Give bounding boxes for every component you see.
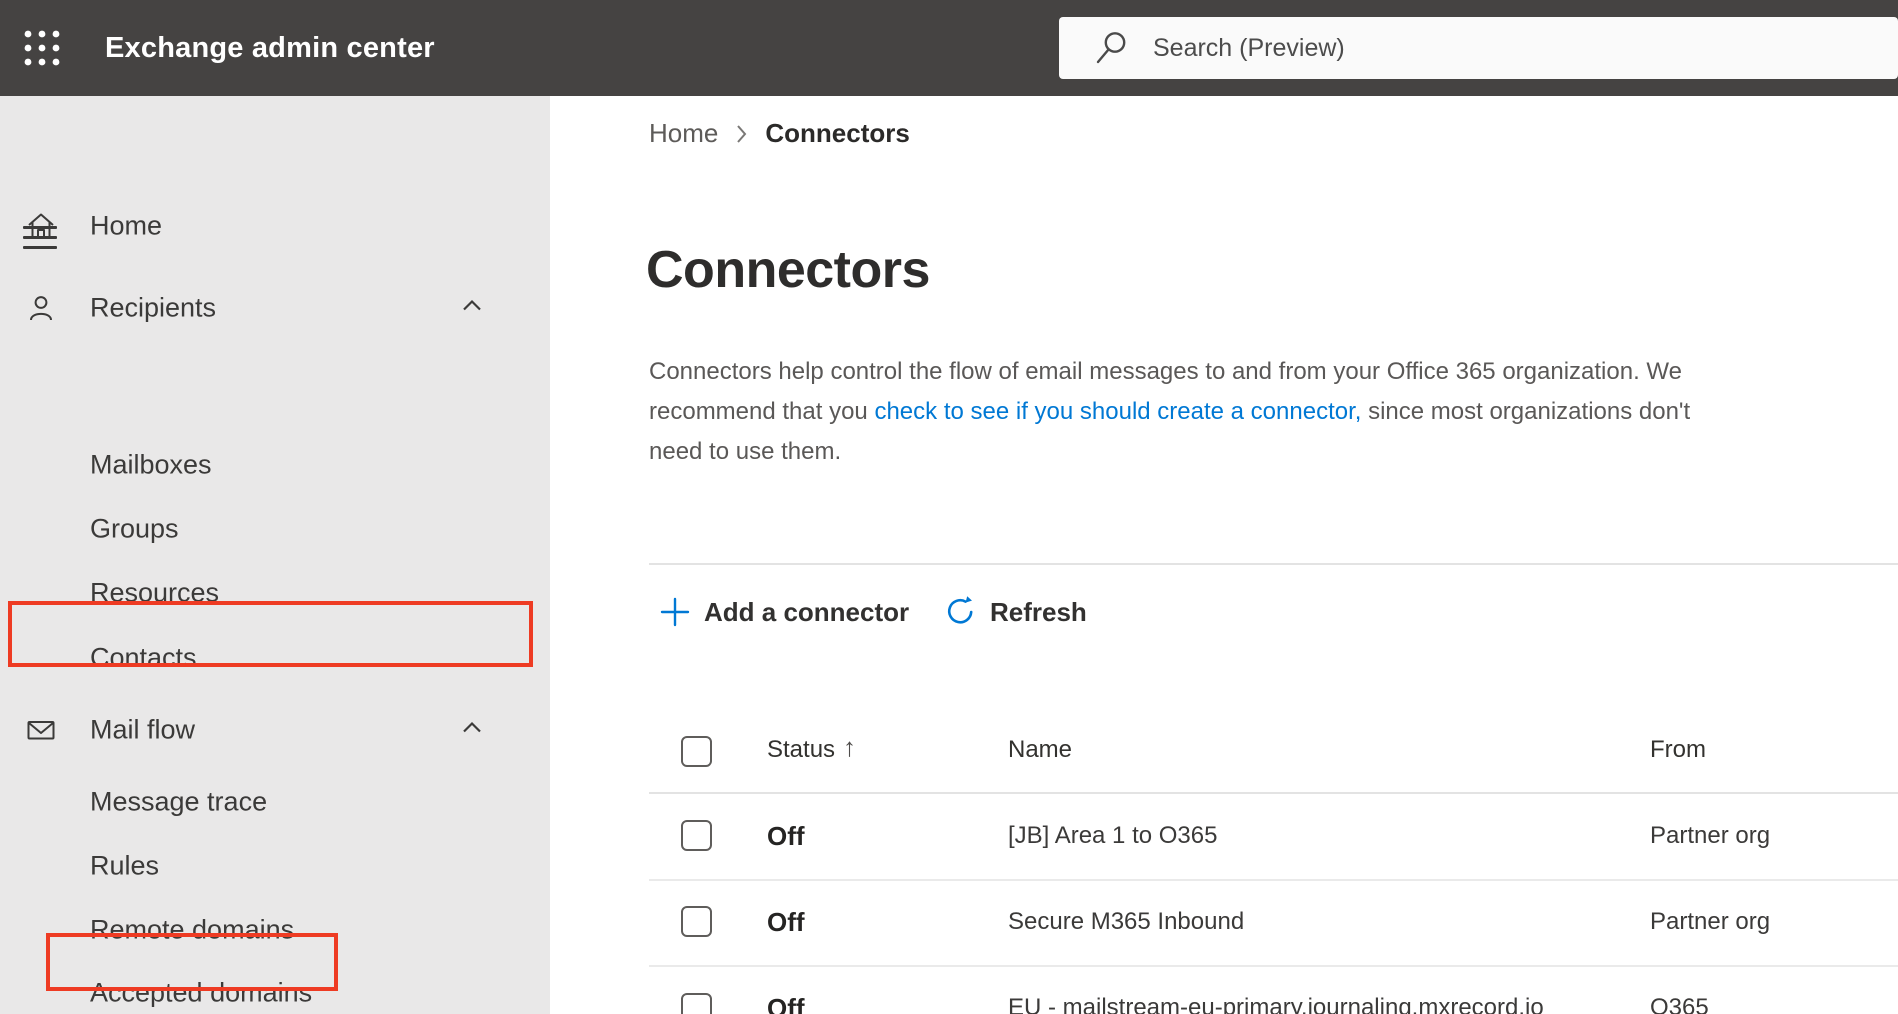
- plus-icon: [660, 597, 690, 627]
- sort-ascending-icon: ↑: [843, 732, 856, 762]
- row-status: Off: [767, 993, 805, 1014]
- home-icon: [28, 213, 54, 239]
- row-checkbox[interactable]: [681, 820, 712, 851]
- table-row-divider: [649, 879, 1898, 881]
- page-description: Connectors help control the flow of emai…: [649, 352, 1690, 472]
- row-checkbox[interactable]: [681, 993, 712, 1014]
- chevron-up-icon[interactable]: [461, 298, 483, 312]
- description-line: need to use them.: [649, 438, 842, 465]
- sidebar-item-label: Resources: [90, 577, 220, 608]
- page-title: Connectors: [646, 241, 930, 299]
- sidebar-item-label: Message trace: [90, 786, 268, 817]
- row-from: O365: [1650, 994, 1709, 1014]
- breadcrumb-home-link[interactable]: Home: [649, 118, 718, 149]
- breadcrumb-current: Connectors: [765, 117, 910, 148]
- refresh-label: Refresh: [990, 596, 1087, 627]
- row-name[interactable]: [JB] Area 1 to O365: [1008, 821, 1217, 851]
- sidebar-item-label: Mailboxes: [90, 449, 212, 480]
- select-all-checkbox[interactable]: [681, 736, 712, 767]
- person-icon: [30, 296, 52, 321]
- row-name[interactable]: Secure M365 Inbound: [1008, 907, 1244, 937]
- row-from: Partner org: [1650, 908, 1771, 935]
- sidebar-item-rules[interactable]: Rules: [0, 837, 550, 895]
- description-text: since most organizations don't: [1361, 398, 1691, 425]
- row-from: Partner org: [1650, 822, 1771, 849]
- breadcrumb-separator-icon: [737, 125, 747, 143]
- app-launcher-waffle-icon[interactable]: [20, 26, 64, 70]
- sidebar-item-recipients[interactable]: Recipients: [0, 279, 550, 337]
- sidebar-item-accepted-domains[interactable]: Accepted domains: [0, 964, 550, 1014]
- refresh-icon: [947, 596, 973, 624]
- sidebar-item-home[interactable]: Home: [0, 197, 550, 255]
- sidebar-item-label: Mail flow: [90, 714, 196, 745]
- sidebar-item-mailboxes[interactable]: Mailboxes: [0, 436, 550, 494]
- column-header-name[interactable]: Name: [1008, 735, 1072, 765]
- add-connector-button[interactable]: Add a connector: [660, 588, 909, 636]
- description-line: Connectors help control the flow of emai…: [649, 358, 1682, 385]
- description-line: recommend that you check to see if you s…: [649, 392, 1690, 432]
- left-navigation: Home Recipients Mailboxes Groups Resourc…: [0, 96, 550, 1014]
- column-header-from[interactable]: From: [1650, 735, 1706, 765]
- sidebar-item-label: Recipients: [90, 292, 217, 323]
- top-app-bar: Exchange admin center: [0, 0, 1898, 96]
- sidebar-item-resources[interactable]: Resources: [0, 564, 550, 622]
- sidebar-item-label: Contacts: [90, 642, 197, 673]
- sidebar-item-label: Rules: [90, 850, 160, 881]
- chevron-up-icon[interactable]: [461, 720, 483, 734]
- sidebar-item-label: Groups: [90, 513, 179, 544]
- search-input[interactable]: [1153, 33, 1753, 63]
- row-checkbox[interactable]: [681, 906, 712, 937]
- row-name[interactable]: EU - mailstream-eu-primary.journaling.mx…: [1008, 993, 1544, 1014]
- refresh-button[interactable]: Refresh: [944, 588, 1087, 636]
- sidebar-item-mail-flow[interactable]: Mail flow: [0, 701, 550, 759]
- table-row-divider: [649, 965, 1898, 967]
- waffle-dots-icon: [24, 30, 60, 66]
- sidebar-item-label: Home: [90, 210, 163, 241]
- toolbar-divider: [649, 563, 1898, 565]
- envelope-icon: [27, 721, 55, 740]
- add-connector-label: Add a connector: [704, 596, 910, 627]
- search-icon: [1096, 32, 1126, 64]
- create-connector-check-link[interactable]: check to see if you should create a conn…: [874, 398, 1361, 425]
- sidebar-item-message-trace[interactable]: Message trace: [0, 773, 550, 831]
- description-text: recommend that you: [649, 398, 875, 425]
- sidebar-item-contacts[interactable]: Contacts: [0, 629, 550, 687]
- app-title: Exchange admin center: [105, 31, 435, 64]
- sidebar-item-label: Remote domains: [90, 914, 295, 945]
- breadcrumb: Home Connectors: [649, 117, 910, 149]
- row-status: Off: [767, 907, 805, 937]
- table-header-divider: [649, 792, 1898, 794]
- column-header-status[interactable]: Status: [767, 735, 835, 765]
- sidebar-item-groups[interactable]: Groups: [0, 500, 550, 558]
- search-box[interactable]: [1059, 17, 1898, 79]
- sidebar-item-remote-domains[interactable]: Remote domains: [0, 901, 550, 959]
- row-status: Off: [767, 821, 805, 851]
- sidebar-item-label: Accepted domains: [90, 977, 313, 1008]
